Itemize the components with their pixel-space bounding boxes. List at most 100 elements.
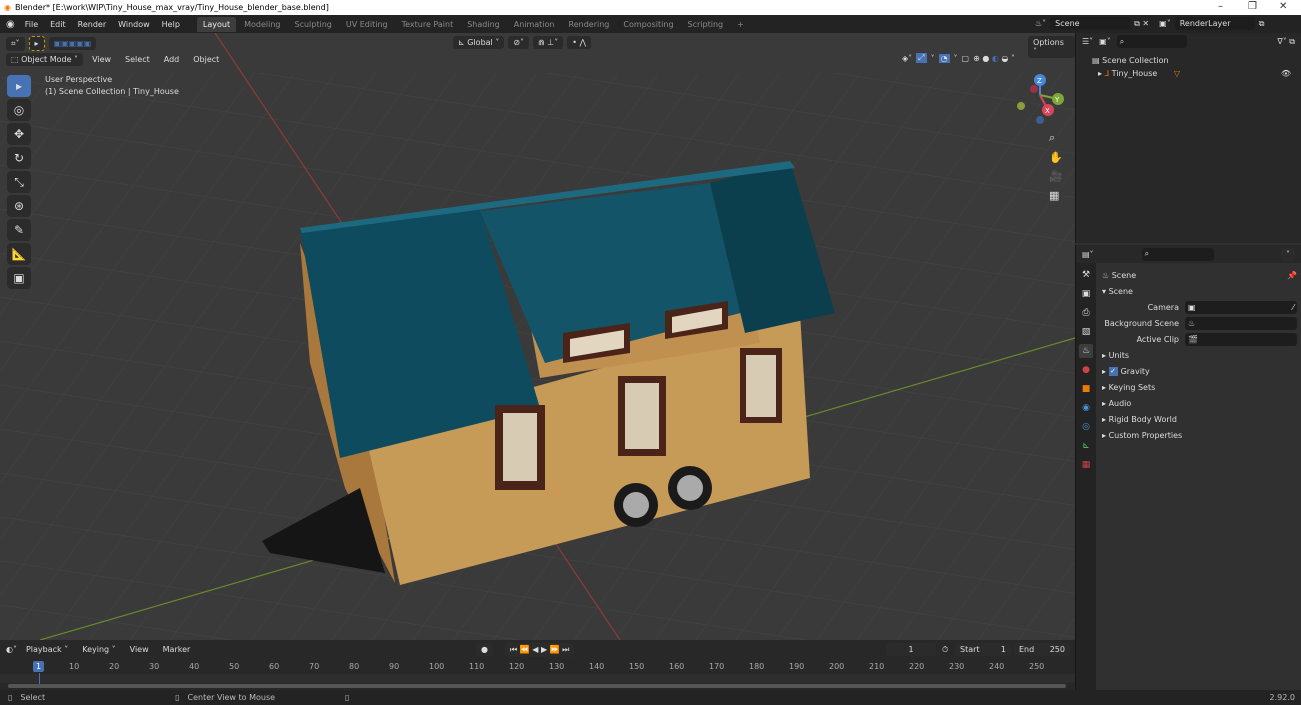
xray-icon[interactable]: ▢ (962, 54, 970, 63)
physics-tab-icon[interactable]: ◉ (1079, 401, 1093, 415)
pin-icon[interactable]: 📌 (1287, 271, 1297, 280)
snap-icon[interactable]: ⋒ ⊥˅ (533, 36, 564, 49)
render-tab-icon[interactable]: ▣ (1079, 287, 1093, 301)
select-tool-button[interactable]: ▸ (28, 36, 45, 51)
outliner-item-tiny-house[interactable]: ▸ ⅃ Tiny_House ▽ 👁 (1092, 67, 1291, 80)
pivot-point-icon[interactable]: ⊘˅ (508, 36, 530, 49)
keying-sets-panel[interactable]: ▸ Keying Sets (1102, 379, 1297, 395)
tab-shading[interactable]: Shading (461, 17, 506, 32)
properties-options-dropdown[interactable]: ˅ (1281, 247, 1295, 261)
scene-panel-header[interactable]: ▾ Scene (1102, 283, 1297, 299)
viewport-menu-select[interactable]: Select (120, 53, 155, 66)
timeline-track[interactable] (0, 674, 1075, 683)
gravity-checkbox[interactable]: ✓ (1108, 366, 1118, 376)
camera-view-icon[interactable]: 🎥 (1049, 170, 1063, 183)
timeline-scrollbar[interactable] (8, 684, 1066, 688)
viewport-menu-view[interactable]: View (87, 53, 116, 66)
scene-icon[interactable]: ♨˅ (1035, 19, 1046, 28)
camera-field[interactable]: ▣ ⁄ (1185, 300, 1297, 314)
transform-tool-icon[interactable]: ⊛ (7, 195, 31, 217)
new-view-layer-icon[interactable]: ⧉ (1259, 19, 1265, 29)
output-tab-icon[interactable]: ⎙ (1079, 306, 1093, 320)
active-clip-field[interactable]: 🎬 (1185, 332, 1297, 346)
tab-animation[interactable]: Animation (508, 17, 561, 32)
menu-help[interactable]: Help (157, 18, 185, 31)
texture-tab-icon[interactable]: ▦ (1079, 458, 1093, 472)
add-cube-tool-icon[interactable]: ▣ (7, 267, 31, 289)
playback-controls[interactable]: ⏮ ⏪ ◀ ▶ ⏩ ⏭ (505, 643, 575, 657)
start-frame-field[interactable]: Start 1 (955, 643, 1011, 656)
options-dropdown[interactable]: Options ˅ (1028, 36, 1075, 58)
menu-edit[interactable]: Edit (45, 18, 71, 31)
blender-menu-icon[interactable]: ◉ (6, 19, 15, 30)
outliner-search-input[interactable]: ⌕ (1116, 35, 1187, 48)
tab-sculpting[interactable]: Sculpting (289, 17, 338, 32)
menu-window[interactable]: Window (113, 18, 155, 31)
annotate-tool-icon[interactable]: ✎ (7, 219, 31, 241)
eyedropper-icon[interactable]: ⁄ (1293, 303, 1294, 312)
viewport-menu-add[interactable]: Add (159, 53, 185, 66)
timeline-menu-playback[interactable]: Playback ˅ (21, 643, 73, 656)
tab-scripting[interactable]: Scripting (682, 17, 730, 32)
cursor-tool-icon[interactable]: ◎ (7, 99, 31, 121)
world-tab-icon[interactable]: ● (1079, 363, 1093, 377)
view-layer-tab-icon[interactable]: ▧ (1079, 325, 1093, 339)
viewport-menu-object[interactable]: Object (188, 53, 224, 66)
overlay-toggle-icon[interactable]: ◔ (938, 53, 950, 63)
end-frame-field[interactable]: End 250 (1014, 643, 1070, 656)
properties-search-input[interactable]: ⌕ (1141, 247, 1214, 261)
gizmo-toggle-icon[interactable]: ⤢ (916, 53, 927, 63)
object-mode-dropdown[interactable]: ⬚ Object Mode ˅ (6, 53, 84, 66)
pan-hand-icon[interactable]: ✋ (1049, 151, 1063, 164)
playhead[interactable]: 1 (33, 661, 45, 672)
properties-editor-type-icon[interactable]: ▤˅ (1082, 250, 1094, 259)
tab-texture-paint[interactable]: Texture Paint (396, 17, 460, 32)
constraints-tab-icon[interactable]: ◎ (1079, 420, 1093, 434)
transform-orientation-dropdown[interactable]: ⊾ Global ˅ (453, 36, 505, 49)
current-frame-field[interactable]: 1 (886, 643, 936, 656)
tab-uv-editing[interactable]: UV Editing (340, 17, 394, 32)
select-box-tool-icon[interactable]: ▸ (7, 75, 31, 97)
timeline-editor-type-icon[interactable]: ◐˅ (6, 645, 17, 654)
timeline-menu-view[interactable]: View (125, 643, 154, 656)
stopwatch-icon[interactable]: ⏱ (942, 645, 948, 655)
filter-icon[interactable]: ∇˅ ⧉ (1277, 37, 1295, 47)
custom-properties-panel[interactable]: ▸ Custom Properties (1102, 427, 1297, 443)
new-scene-icon[interactable]: ⧉ ✕ (1134, 19, 1149, 29)
scene-collection-item[interactable]: ▤ Scene Collection (1092, 54, 1285, 67)
outliner-editor-type-icon[interactable]: ☰˅ (1082, 37, 1093, 46)
tab-rendering[interactable]: Rendering (563, 17, 616, 32)
gravity-panel[interactable]: ▸ ✓ Gravity (1102, 363, 1297, 379)
rigid-body-world-panel[interactable]: ▸ Rigid Body World (1102, 411, 1297, 427)
view-layer-icon[interactable]: ▣˅ (1159, 19, 1171, 28)
display-mode-icon[interactable]: ▣˅ (1099, 37, 1111, 46)
view-layer-selector[interactable]: RenderLayer (1174, 17, 1255, 30)
shading-modes-icon[interactable]: ⊕ ● ◐ ◒ ˅ (973, 54, 1015, 63)
menu-file[interactable]: File (20, 18, 43, 31)
ortho-grid-icon[interactable]: ▦ (1049, 189, 1063, 202)
selection-mode-buttons[interactable]: ▣▣▣▣▣ (48, 37, 97, 50)
visibility-icon[interactable]: ◈˅ (902, 54, 912, 63)
timeline-menu-keying[interactable]: Keying ˅ (77, 643, 120, 656)
close-button[interactable]: ✕ (1279, 1, 1287, 12)
scene-selector[interactable]: Scene (1050, 17, 1131, 30)
visibility-eye-icon[interactable]: 👁 (1281, 67, 1291, 80)
zoom-icon[interactable]: ⌕ (1049, 131, 1063, 145)
tool-tab-icon[interactable]: ⚒ (1079, 268, 1093, 282)
tab-modeling[interactable]: Modeling (238, 17, 286, 32)
proportional-edit-icon[interactable]: • ⋀ (567, 36, 592, 49)
3d-viewport[interactable]: Z YX ⌗˅ ▸ ▣▣▣▣▣ ⊾ Global ˅ ⊘˅ ⋒ ⊥˅ • ⋀ Op… (0, 33, 1075, 640)
background-scene-field[interactable]: ♨ (1185, 316, 1297, 330)
move-tool-icon[interactable]: ✥ (7, 123, 31, 145)
data-tab-icon[interactable]: ⊾ (1079, 439, 1093, 453)
scale-tool-icon[interactable]: ⤡ (7, 171, 31, 193)
units-panel[interactable]: ▸ Units (1102, 347, 1297, 363)
add-workspace-button[interactable]: + (731, 17, 750, 32)
editor-type-button[interactable]: ⌗˅ (6, 36, 25, 51)
object-tab-icon[interactable]: ■ (1079, 382, 1093, 396)
minimize-button[interactable]: – (1218, 1, 1223, 12)
auto-keying-button[interactable]: ● (476, 643, 493, 656)
scene-tab-icon[interactable]: ♨ (1079, 344, 1093, 358)
audio-panel[interactable]: ▸ Audio (1102, 395, 1297, 411)
menu-render[interactable]: Render (73, 18, 111, 31)
